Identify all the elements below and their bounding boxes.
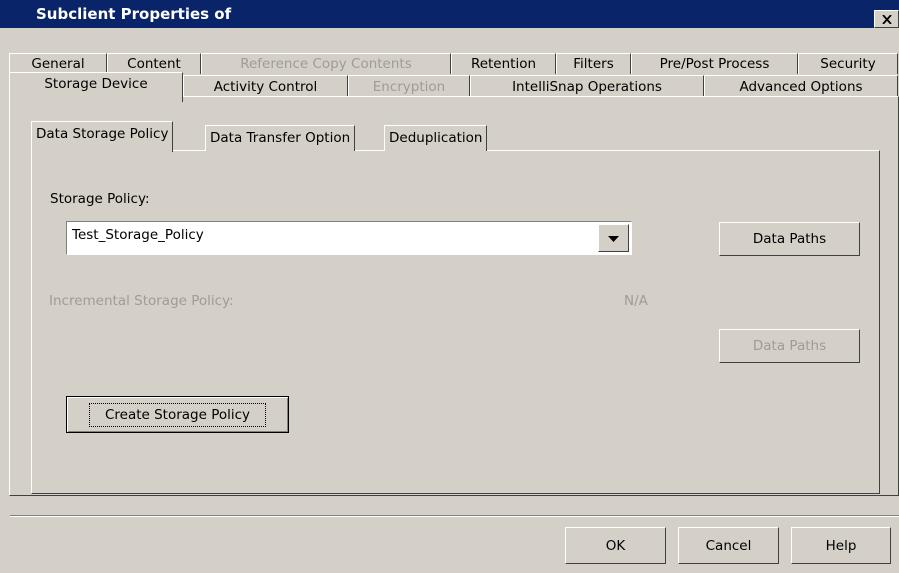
tab-security[interactable]: Security	[798, 53, 898, 74]
data-paths-button[interactable]: Data Paths	[719, 222, 860, 256]
tab-encryption[interactable]: Encryption	[348, 75, 470, 96]
cancel-button[interactable]: Cancel	[678, 527, 779, 564]
tab-activity-control[interactable]: Activity Control	[183, 75, 348, 96]
tab-advanced-options[interactable]: Advanced Options	[704, 75, 898, 96]
tab-general[interactable]: General	[9, 53, 107, 74]
footer-separator	[10, 515, 899, 517]
help-button[interactable]: Help	[791, 527, 891, 564]
tab-filters[interactable]: Filters	[556, 53, 631, 74]
tab-data-storage-policy[interactable]: Data Storage Policy	[31, 121, 174, 152]
tab-content[interactable]: Content	[107, 53, 201, 74]
tab-retention[interactable]: Retention	[451, 53, 556, 74]
tab-data-transfer-option[interactable]: Data Transfer Option	[205, 125, 356, 151]
tab-reference-copy-contents[interactable]: Reference Copy Contents	[201, 53, 451, 74]
incremental-storage-policy-value: N/A	[624, 293, 648, 309]
close-icon	[881, 14, 892, 24]
storage-policy-select[interactable]: Test_Storage_Policy	[66, 221, 632, 255]
window-title: Subclient Properties of	[36, 5, 232, 23]
close-button[interactable]	[874, 10, 899, 28]
tab-pre-post-process[interactable]: Pre/Post Process	[631, 53, 798, 74]
tab-storage-device[interactable]: Storage Device	[9, 72, 183, 102]
inner-tab-panel	[31, 150, 880, 494]
incremental-storage-policy-label: Incremental Storage Policy:	[49, 293, 234, 309]
tab-deduplication[interactable]: Deduplication	[384, 125, 488, 151]
create-storage-policy-button[interactable]: Create Storage Policy	[66, 396, 289, 433]
chevron-down-icon	[608, 230, 619, 246]
storage-policy-label: Storage Policy:	[50, 191, 150, 207]
storage-policy-value: Test_Storage_Policy	[72, 227, 204, 243]
incremental-data-paths-button[interactable]: Data Paths	[719, 329, 860, 363]
dropdown-button[interactable]	[598, 224, 629, 252]
ok-button[interactable]: OK	[565, 527, 666, 564]
tab-intellisnap-operations[interactable]: IntelliSnap Operations	[470, 75, 704, 96]
